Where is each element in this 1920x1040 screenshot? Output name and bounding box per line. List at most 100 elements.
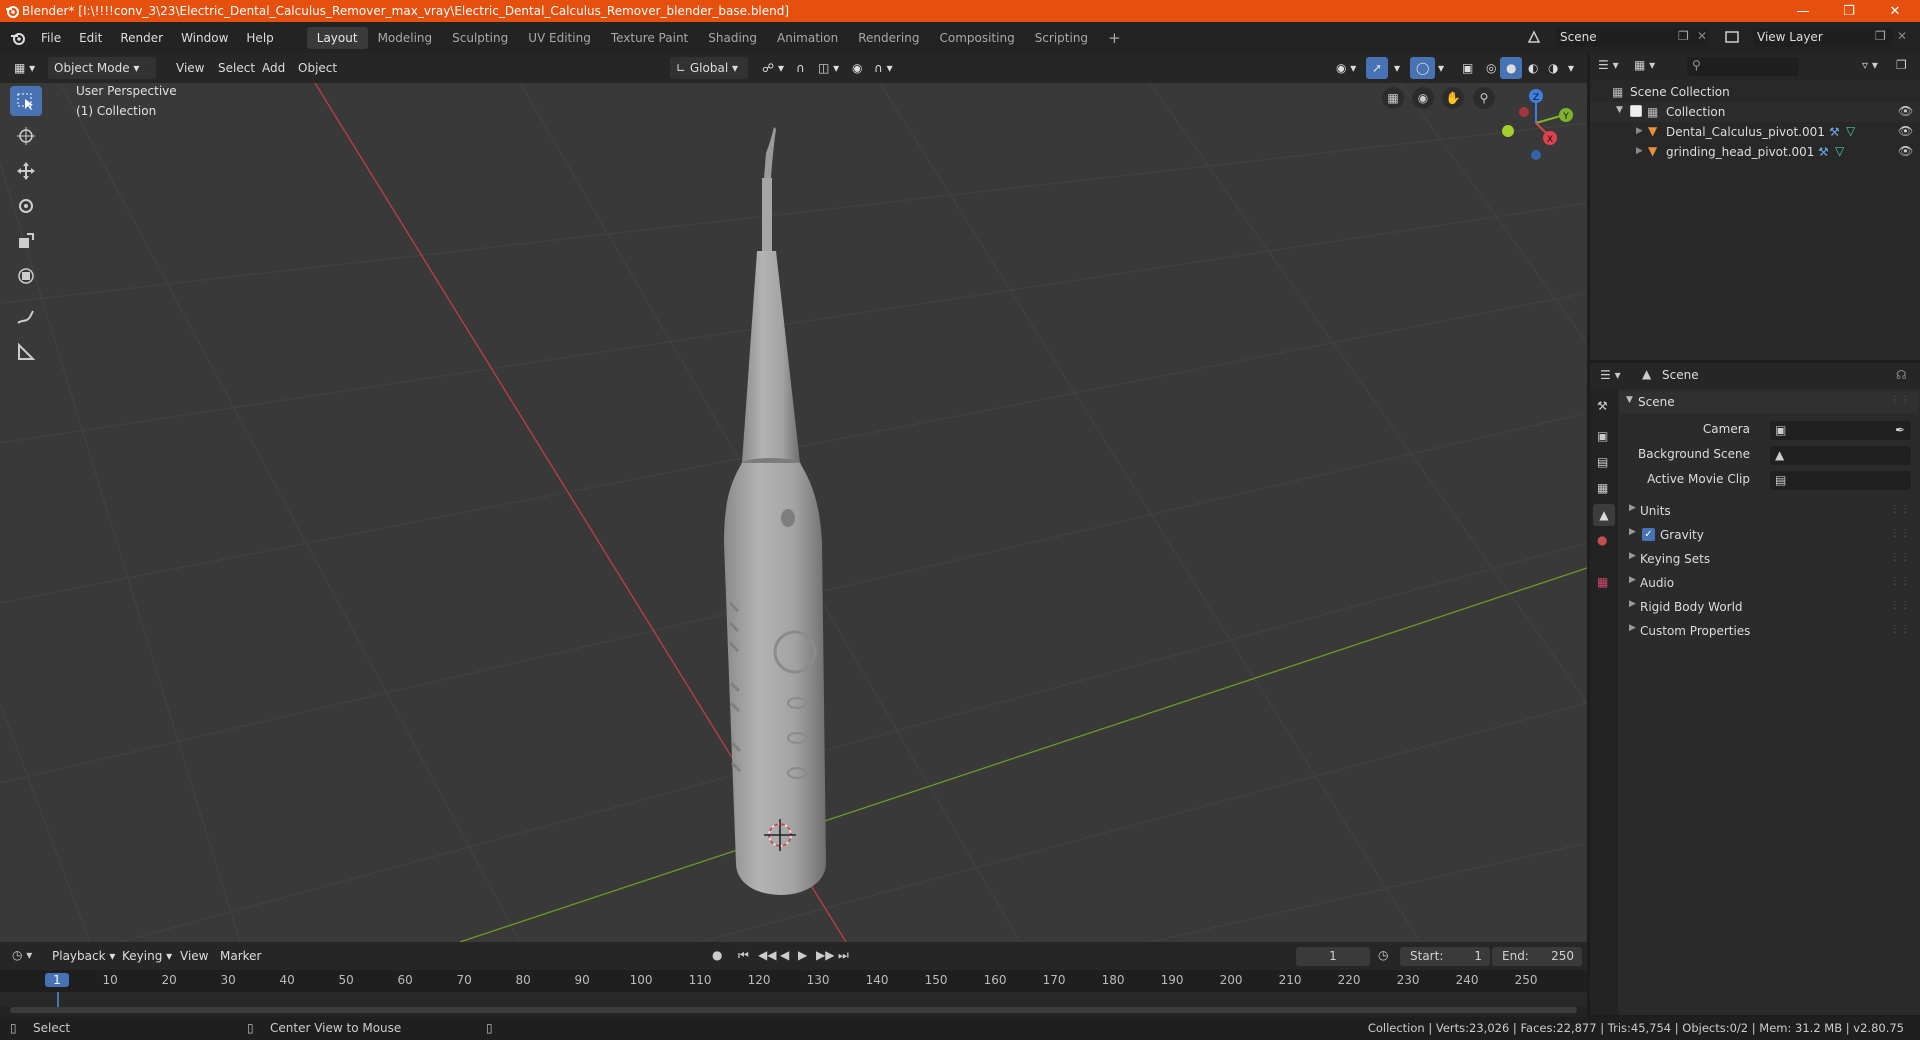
menu-edit[interactable]: Edit bbox=[70, 27, 111, 49]
mesh-data-icon[interactable]: ▽ bbox=[1846, 124, 1855, 138]
drag-grip-icon[interactable]: ⋮⋮ bbox=[1890, 576, 1910, 587]
outliner-search-input[interactable]: ⚲ bbox=[1687, 57, 1799, 76]
remove-scene-icon[interactable]: ✕ bbox=[1697, 29, 1707, 43]
tab-layout[interactable]: Layout bbox=[306, 26, 368, 49]
annotate-tool-icon[interactable] bbox=[10, 302, 42, 332]
next-keyframe-icon[interactable]: ▶▶ bbox=[816, 948, 834, 962]
view-layer-selector[interactable]: View Layer bbox=[1753, 28, 1893, 47]
drag-grip-icon[interactable]: ⋮⋮ bbox=[1890, 528, 1910, 539]
mesh-data-icon[interactable]: ▽ bbox=[1835, 144, 1844, 158]
menu-window[interactable]: Window bbox=[172, 27, 237, 49]
modifier-wrench-icon[interactable]: ⚒ bbox=[1818, 145, 1829, 159]
eyedropper-icon[interactable]: ✒ bbox=[1895, 423, 1905, 437]
end-frame-field[interactable]: End: 250 bbox=[1492, 947, 1582, 966]
display-mode-icon[interactable]: ▦ ▾ bbox=[1634, 58, 1655, 72]
camera-view-icon[interactable]: ◉ bbox=[1412, 87, 1434, 109]
mode-selector[interactable]: Object Mode ▾ bbox=[48, 57, 156, 79]
menu-file[interactable]: File bbox=[32, 27, 70, 49]
expand-object-icon[interactable]: ▶ bbox=[1636, 126, 1643, 136]
tab-modeling[interactable]: Modeling bbox=[368, 27, 443, 49]
gizmo-neg-y-icon[interactable] bbox=[1502, 125, 1514, 137]
tab-scripting[interactable]: Scripting bbox=[1025, 27, 1098, 49]
frame-ruler[interactable]: 1 10 20 30 40 50 60 70 80 90 100 110 120 130 140 150 160… bbox=[0, 970, 1587, 992]
timeline-scrollbar[interactable] bbox=[10, 1007, 1577, 1013]
scene-tab-icon[interactable]: ▲ bbox=[1593, 504, 1615, 526]
prev-keyframe-icon[interactable]: ◀◀ bbox=[758, 948, 776, 962]
tab-shading[interactable]: Shading bbox=[698, 27, 767, 49]
texture-tab-icon[interactable]: ▦ bbox=[1597, 575, 1608, 589]
gizmo-menu-icon[interactable]: ▾ bbox=[1388, 57, 1406, 79]
gizmo-neg-z-icon[interactable] bbox=[1531, 150, 1541, 160]
tab-uv-editing[interactable]: UV Editing bbox=[518, 27, 601, 49]
filter-icon[interactable]: ▿ ▾ bbox=[1862, 58, 1878, 72]
navigation-gizmo[interactable]: Z Y X bbox=[1492, 85, 1582, 165]
active-movie-clip-field[interactable]: ▤ bbox=[1770, 471, 1911, 490]
drag-grip-icon[interactable]: ⋮⋮ bbox=[1890, 600, 1910, 611]
close-icon[interactable]: ✕ bbox=[1872, 0, 1918, 22]
dental-calculus-remover-model[interactable] bbox=[724, 127, 826, 895]
xray-icon[interactable]: ▣ bbox=[1456, 57, 1479, 79]
snap-icon[interactable]: ∩ bbox=[790, 57, 811, 79]
select-box-tool-icon[interactable] bbox=[10, 86, 42, 116]
cursor-tool-icon[interactable] bbox=[10, 121, 42, 151]
collection-checkbox[interactable] bbox=[1630, 105, 1642, 117]
pan-hand-icon[interactable]: ✋ bbox=[1442, 87, 1464, 109]
timeline-editor-type-icon[interactable]: ◷ ▾ bbox=[12, 948, 32, 962]
solid-shading-icon[interactable]: ● bbox=[1500, 57, 1523, 79]
properties-editor-type-icon[interactable]: ☰ ▾ bbox=[1600, 368, 1621, 382]
menu-select[interactable]: Select bbox=[212, 57, 261, 79]
expand-collection-icon[interactable]: ▼ bbox=[1616, 105, 1623, 115]
record-icon[interactable]: ● bbox=[712, 948, 722, 962]
render-tab-icon[interactable]: ▣ bbox=[1597, 429, 1608, 443]
proportional-edit-icon[interactable]: ◉ bbox=[846, 57, 868, 79]
add-workspace-icon[interactable]: + bbox=[1098, 27, 1131, 49]
menu-render[interactable]: Render bbox=[111, 27, 172, 49]
copy-scene-icon[interactable]: ❐ bbox=[1678, 29, 1689, 43]
menu-keying[interactable]: Keying ▾ bbox=[116, 945, 178, 967]
minimize-icon[interactable]: — bbox=[1780, 0, 1826, 22]
editor-type-icon[interactable]: ▦ ▾ bbox=[8, 57, 41, 79]
menu-object[interactable]: Object bbox=[292, 57, 343, 79]
gravity-checkbox[interactable]: ✓ bbox=[1642, 528, 1655, 541]
copy-view-layer-icon[interactable]: ❐ bbox=[1875, 29, 1886, 43]
keying-sets-section[interactable]: ▶ Keying Sets ⋮⋮ bbox=[1620, 549, 1918, 569]
tab-rendering[interactable]: Rendering bbox=[848, 27, 929, 49]
remove-view-layer-icon[interactable]: ✕ bbox=[1897, 29, 1907, 43]
shading-menu-icon[interactable]: ▾ bbox=[1562, 57, 1580, 79]
move-tool-icon[interactable] bbox=[10, 156, 42, 186]
outliner-row-object[interactable]: ▶ ▼ Dental_Calculus_pivot.001 ⚒ ▽ 👁 bbox=[1590, 122, 1920, 142]
view-layer-tab-icon[interactable]: ▦ bbox=[1597, 481, 1608, 495]
menu-timeline-view[interactable]: View bbox=[174, 945, 214, 967]
gravity-section[interactable]: ▶ ✓ Gravity ⋮⋮ bbox=[1620, 525, 1918, 545]
playhead-line[interactable] bbox=[57, 992, 59, 1007]
expand-object-icon[interactable]: ▶ bbox=[1636, 146, 1643, 156]
custom-properties-section[interactable]: ▶ Custom Properties ⋮⋮ bbox=[1620, 621, 1918, 641]
play-icon[interactable]: ▶ bbox=[798, 948, 807, 962]
jump-start-icon[interactable]: ⏮ bbox=[738, 948, 749, 963]
falloff-icon[interactable]: ∩ ▾ bbox=[868, 57, 899, 79]
transform-tool-icon[interactable] bbox=[10, 261, 42, 291]
overlay-menu-icon[interactable]: ▾ bbox=[1432, 57, 1450, 79]
object-visibility-eye-icon[interactable]: 👁 bbox=[1898, 124, 1913, 138]
jump-end-icon[interactable]: ⏭ bbox=[838, 948, 849, 963]
timeline-track-area[interactable] bbox=[0, 992, 1587, 1007]
snap-target-icon[interactable]: ◫ ▾ bbox=[812, 57, 845, 79]
tab-sculpting[interactable]: Sculpting bbox=[442, 27, 518, 49]
outliner-row-object[interactable]: ▶ ▼ grinding_head_pivot.001 ⚒ ▽ 👁 bbox=[1590, 142, 1920, 162]
viewport-canvas[interactable] bbox=[0, 83, 1587, 942]
start-frame-field[interactable]: Start: 1 bbox=[1400, 947, 1490, 966]
pivot-point-icon[interactable]: ☍ ▾ bbox=[756, 57, 790, 79]
camera-field[interactable]: ▣ ✒ bbox=[1770, 421, 1911, 440]
pin-icon[interactable]: ☊ bbox=[1896, 368, 1907, 382]
play-reverse-icon[interactable]: ◀ bbox=[780, 948, 789, 962]
drag-grip-icon[interactable]: ⋮⋮ bbox=[1890, 624, 1910, 635]
rigid-body-world-section[interactable]: ▶ Rigid Body World ⋮⋮ bbox=[1620, 597, 1918, 617]
outliner-row-collection[interactable]: ▼ ▦ Collection 👁 bbox=[1590, 102, 1920, 122]
menu-add[interactable]: Add bbox=[256, 57, 291, 79]
view-layer-icon[interactable] bbox=[1724, 29, 1740, 45]
outliner-row-scene-collection[interactable]: ▦ Scene Collection bbox=[1590, 82, 1920, 102]
new-collection-icon[interactable]: ❐ bbox=[1896, 58, 1907, 72]
restore-icon[interactable]: ❐ bbox=[1826, 0, 1872, 22]
modifier-wrench-icon[interactable]: ⚒ bbox=[1829, 125, 1840, 139]
blender-menu-icon[interactable] bbox=[10, 30, 26, 46]
